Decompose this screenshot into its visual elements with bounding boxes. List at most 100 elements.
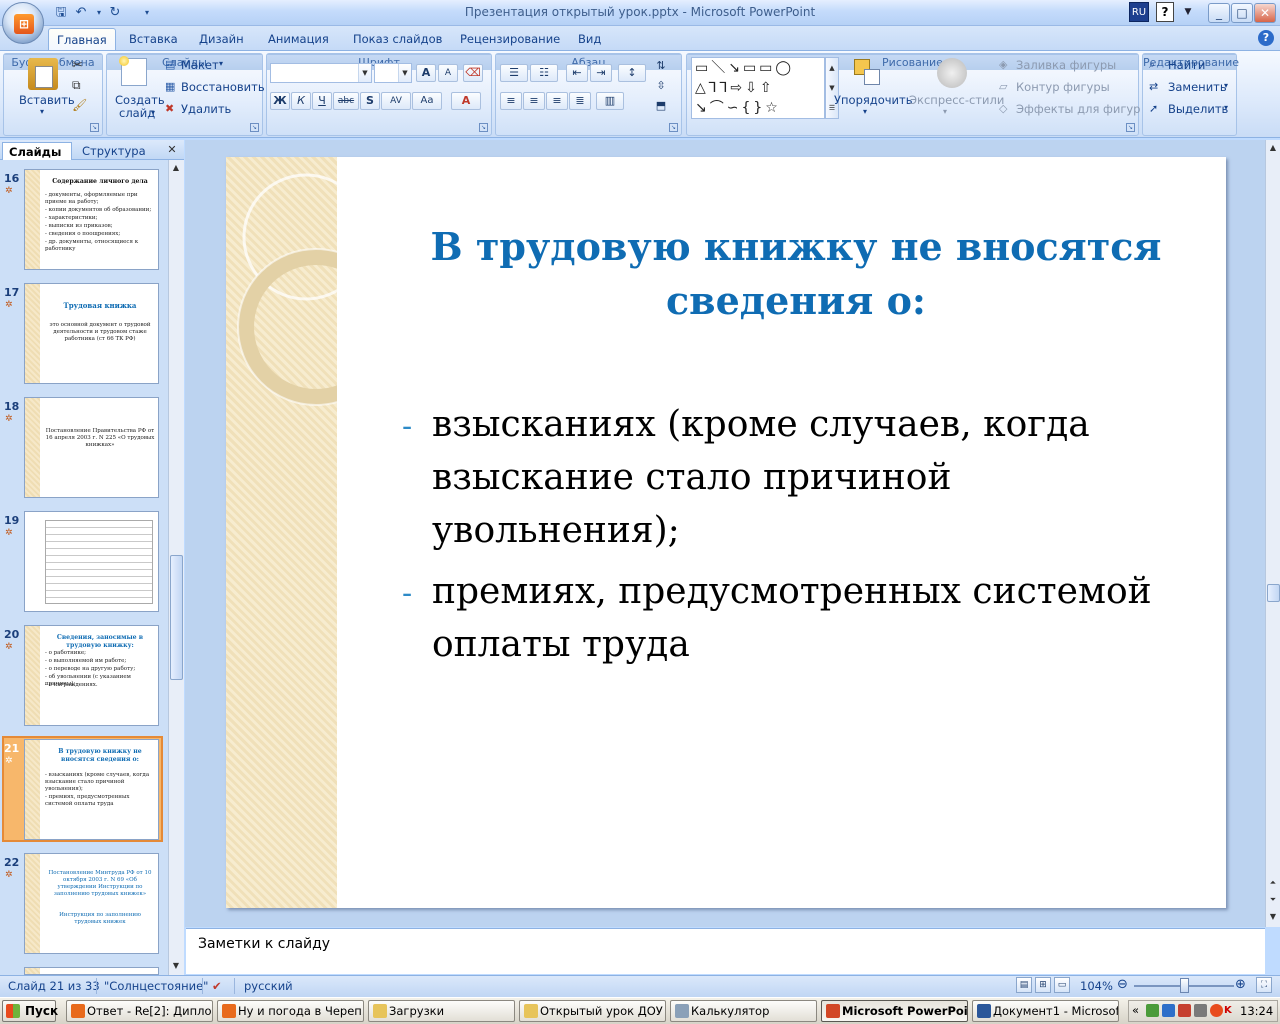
close-icon[interactable]: ✕ [166,143,178,157]
font-size-combo[interactable]: ▼ [374,63,412,83]
shape-effects-button[interactable]: Эффекты для фигур [1016,102,1140,116]
format-painter-icon[interactable]: 🖌 [72,98,87,112]
tab-animation[interactable]: Анимация [260,28,337,50]
network-icon[interactable] [1146,1004,1159,1017]
scroll-thumb[interactable] [170,555,183,680]
dialog-launcher-icon[interactable]: ↘ [90,123,99,132]
scroll-thumb[interactable] [1267,584,1280,602]
office-button[interactable]: ⊞ [2,2,44,44]
tab-slideshow[interactable]: Показ слайдов [345,28,450,50]
tray-expand[interactable]: « [1132,1003,1139,1017]
slide-thumbnail-19[interactable] [24,511,159,612]
language-status[interactable]: русский [244,979,293,993]
close-button[interactable]: ✕ [1254,3,1276,23]
ribbon-help-icon[interactable]: ? [1258,30,1274,46]
tab-view[interactable]: Вид [570,28,609,50]
align-right-icon[interactable]: ≡ [546,92,568,110]
slide-sorter-icon[interactable]: ⊞ [1035,977,1051,993]
taskbar-item[interactable]: Ответ - Re[2]: Дипло... [66,1000,213,1022]
shapes-gallery-scroll[interactable]: ▲ ▼ ☰ [825,57,839,119]
redo-icon[interactable]: ↻ [106,4,124,22]
chevron-down-icon[interactable]: ▾ [943,107,947,116]
columns-icon[interactable]: ▥ [596,92,624,110]
zoom-level[interactable]: 104% [1080,979,1113,993]
font-color-button[interactable]: A [451,92,481,110]
chevron-down-icon[interactable]: ▾ [863,107,867,116]
spellcheck-icon[interactable]: ✔ [212,979,222,993]
italic-button[interactable]: К [291,92,311,110]
zoom-out-icon[interactable]: ⊖ [1117,977,1128,992]
text-direction-icon[interactable]: ⇅ [652,58,670,74]
chevron-down-icon[interactable]: ▼ [398,64,411,82]
shadow-button[interactable]: S [360,92,380,110]
maximize-button[interactable]: □ [1231,3,1253,23]
slide-scrollbar[interactable]: ▲ ⏶ ⏷ ▼ [1265,140,1280,927]
taskbar-item[interactable]: Загрузки [368,1000,515,1022]
slide-thumbnail-21[interactable]: В трудовую книжку не вносятся сведения о… [24,739,159,840]
antivirus-icon[interactable] [1178,1004,1191,1017]
chevron-down-icon[interactable]: ▾ [1224,81,1228,90]
shapes-gallery[interactable]: ▭＼↘▭▭◯ △⅂⅂⇨⇩⇧ ↘⌒∽{}☆ [691,57,825,119]
align-left-icon[interactable]: ≡ [500,92,522,110]
numbering-icon[interactable]: ☷ [530,64,558,82]
find-button[interactable]: Найти [1168,58,1205,72]
new-slide-button-label[interactable]: слайд [119,106,155,120]
chevron-down-icon[interactable]: ▾ [219,59,223,68]
justify-icon[interactable]: ≣ [569,92,591,110]
select-button[interactable]: Выделить [1168,102,1228,116]
scroll-down-icon[interactable]: ▼ [1266,909,1280,925]
shape-outline-button[interactable]: Контур фигуры [1016,80,1110,94]
normal-view-icon[interactable]: ▤ [1016,977,1032,993]
tab-home[interactable]: Главная [48,28,116,50]
chevron-down-icon[interactable]: ▾ [151,108,155,117]
taskbar-item[interactable]: Ну и погода в Череп... [217,1000,364,1022]
scroll-up-icon[interactable]: ▲ [169,160,183,176]
language-indicator[interactable]: RU [1129,2,1149,22]
notes-pane[interactable] [186,928,1265,974]
align-text-icon[interactable]: ⇳ [652,78,670,94]
font-name-combo[interactable]: ▼ [270,63,372,83]
thumbnails-scrollbar[interactable]: ▲ ▼ [168,160,184,975]
quick-styles-button[interactable]: Экспресс-стили [909,93,1004,107]
dialog-launcher-icon[interactable]: ↘ [479,123,488,132]
cut-icon[interactable]: ✂ [72,58,83,73]
taskbar-item[interactable]: Калькулятор [670,1000,817,1022]
slide-title[interactable]: В трудовую книжку не вносятся сведения о… [356,220,1236,328]
previous-slide-icon[interactable]: ⏶ [1266,875,1280,891]
scroll-down-icon[interactable]: ▼ [169,958,183,974]
next-slide-icon[interactable]: ⏷ [1266,892,1280,908]
slide-thumbnail-17[interactable]: Трудовая книжка это основной документ о … [24,283,159,384]
grow-font-button[interactable]: A [416,64,436,82]
customize-qat-icon[interactable]: ▾ [138,4,156,22]
underline-button[interactable]: Ч [312,92,332,110]
keyboard-layout-icon[interactable]: K [1224,1004,1237,1017]
tab-outline[interactable]: Структура [76,142,152,160]
slide-thumbnail-18[interactable]: Постановление Правительства РФ от 16 апр… [24,397,159,498]
tab-design[interactable]: Дизайн [191,28,252,50]
dialog-launcher-icon[interactable]: ↘ [669,123,678,132]
undo-icon[interactable]: ↶ [72,4,90,22]
change-case-button[interactable]: Aa [412,92,442,110]
chevron-down-icon[interactable]: ▼ [358,64,371,82]
smartart-icon[interactable]: ⬒ [652,98,670,114]
line-spacing-icon[interactable]: ↕ [618,64,646,82]
minimize-button[interactable]: _ [1208,3,1230,23]
slide-bullet-2[interactable]: премиях, предусмотренных системой оплаты… [432,565,1162,671]
dialog-launcher-icon[interactable]: ↘ [1126,123,1135,132]
chevron-down-icon[interactable]: ▼ [1178,2,1198,22]
notes-placeholder[interactable]: Заметки к слайду [198,936,330,952]
zoom-slider-thumb[interactable] [1180,978,1189,993]
tab-review[interactable]: Рецензирование [452,28,568,50]
slide-bullet-1[interactable]: взысканиях (кроме случаев, когда взыскан… [432,398,1162,557]
tab-slides[interactable]: Слайды [2,142,72,160]
reset-button[interactable]: Восстановить [181,80,265,94]
chevron-down-icon[interactable]: ▾ [40,107,44,116]
slide-thumbnail-22[interactable]: Постановление Минтруда РФ от 10 октября … [24,853,159,954]
bullets-icon[interactable]: ☰ [500,64,528,82]
char-spacing-button[interactable]: AV [381,92,411,110]
clear-format-icon[interactable]: ⌫ [463,64,483,82]
slide-thumbnail-16[interactable]: Содержание личного дела - документы, офо… [24,169,159,270]
volume-icon[interactable] [1194,1004,1207,1017]
slide-thumbnail-20[interactable]: Сведения, заносимые в трудовую книжку: -… [24,625,159,726]
copy-icon[interactable]: ⧉ [72,78,81,93]
